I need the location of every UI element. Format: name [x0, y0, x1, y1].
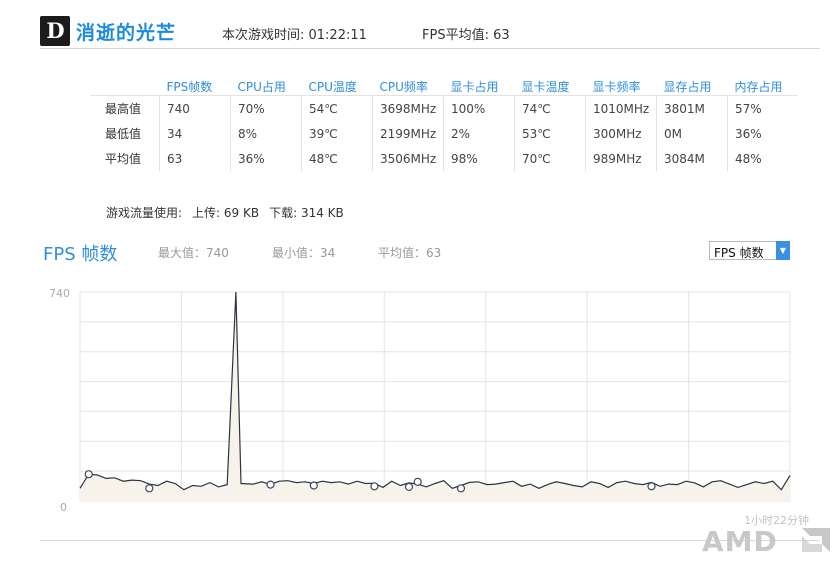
chart-title: FPS 帧数 — [43, 244, 118, 265]
stats-col-header: FPS帧数 — [166, 79, 213, 94]
amd-arrow-icon — [802, 528, 830, 552]
row-label: 平均值 — [105, 152, 142, 166]
stats-cell: 54℃ — [301, 95, 373, 121]
traffic-label: 游戏流量使用: — [106, 206, 183, 220]
stats-cell: 70℃ — [514, 146, 586, 171]
metric-select-value: FPS 帧数 — [714, 246, 764, 260]
amd-logo-text: AMD — [702, 525, 778, 558]
chart-avg-stat: 平均值：63 — [378, 246, 442, 260]
stats-cell: 3084M — [656, 146, 728, 171]
stats-cell: 3801M — [656, 95, 728, 121]
stats-cell: 36% — [727, 121, 798, 146]
fps-average: FPS平均值: 63 — [422, 28, 510, 43]
stats-cell: 53℃ — [514, 121, 586, 146]
stats-cell: 39℃ — [301, 121, 373, 146]
stats-cell: 989MHz — [585, 146, 657, 171]
stats-cell: 74℃ — [514, 95, 586, 121]
stats-header-row: FPS帧数 CPU占用 CPU温度 CPU频率 显卡占用 显卡温度 显卡频率 显… — [90, 77, 798, 96]
stats-col-header: CPU占用 — [237, 79, 286, 94]
metric-select[interactable]: FPS 帧数 ▼ — [709, 241, 790, 260]
stats-cell: 63 — [159, 146, 231, 171]
stats-cell: 740 — [159, 95, 231, 121]
stats-cell: 300MHz — [585, 121, 657, 146]
stats-col-header: CPU频率 — [379, 79, 428, 94]
stats-cell: 98% — [443, 146, 515, 171]
chart-min-stat: 最小值：34 — [272, 246, 336, 260]
stats-row-max: 最高值 740 70% 54℃ 3698MHz 100% 74℃ 1010MHz… — [90, 95, 798, 121]
stats-cell: 48℃ — [301, 146, 373, 171]
fps-data-point — [404, 482, 414, 491]
row-label: 最低值 — [105, 127, 142, 141]
header-divider — [40, 48, 820, 49]
fps-data-point — [145, 484, 154, 493]
stats-cell: 70% — [230, 95, 302, 121]
fps-data-point — [647, 482, 656, 491]
stats-cell: 48% — [727, 146, 798, 171]
stats-col-header: 内存占用 — [734, 79, 783, 94]
stats-cell: 57% — [727, 95, 798, 121]
stats-cell: 3506MHz — [372, 146, 444, 171]
fps-data-point — [413, 477, 422, 486]
traffic-download: 下载: 314 KB — [269, 206, 344, 220]
play-time: 本次游戏时间: 01:22:11 — [222, 28, 367, 43]
fps-area-fill — [80, 292, 790, 501]
game-title: 消逝的光芒 — [76, 22, 177, 44]
fps-data-point — [84, 470, 93, 479]
fps-data-point — [370, 482, 379, 491]
stats-col-header: CPU温度 — [308, 79, 357, 94]
stats-cell: 1010MHz — [585, 95, 657, 121]
stats-cell: 36% — [230, 146, 302, 171]
fps-data-point — [266, 480, 275, 489]
stats-col-header: 显存占用 — [663, 79, 712, 94]
fps-chart-svg: 740 0 — [49, 287, 791, 514]
traffic-usage: 游戏流量使用: 上传: 69 KB 下载: 314 KB — [106, 204, 354, 221]
stats-corner — [90, 77, 160, 96]
stats-col-header: 显卡频率 — [592, 79, 641, 94]
fps-data-point — [456, 484, 466, 493]
row-label: 最高值 — [105, 102, 142, 116]
stats-col-header: 显卡占用 — [450, 79, 499, 94]
fps-chart: 740 0 — [0, 280, 838, 525]
stats-cell: 100% — [443, 95, 515, 121]
fps-data-point — [309, 481, 318, 490]
game-logo: D — [40, 16, 70, 46]
stats-cell: 2199MHz — [372, 121, 444, 146]
stats-row-avg: 平均值 63 36% 48℃ 3506MHz 98% 70℃ 989MHz 30… — [90, 146, 798, 171]
stats-col-header: 显卡温度 — [521, 79, 570, 94]
stats-cell: 34 — [159, 121, 231, 146]
y-tick-label: 0 — [60, 501, 67, 514]
stats-table: FPS帧数 CPU占用 CPU温度 CPU频率 显卡占用 显卡温度 显卡频率 显… — [90, 77, 798, 171]
stats-cell: 8% — [230, 121, 302, 146]
stats-cell: 2% — [443, 121, 515, 146]
traffic-upload: 上传: 69 KB — [192, 206, 260, 220]
stats-row-min: 最低值 34 8% 39℃ 2199MHz 2% 53℃ 300MHz 0M 3… — [90, 121, 798, 146]
chevron-down-icon[interactable]: ▼ — [776, 241, 790, 260]
chart-max-stat: 最大值：740 — [158, 246, 229, 260]
stats-cell: 3698MHz — [372, 95, 444, 121]
y-tick-label: 740 — [49, 287, 70, 300]
stats-cell: 0M — [656, 121, 728, 146]
